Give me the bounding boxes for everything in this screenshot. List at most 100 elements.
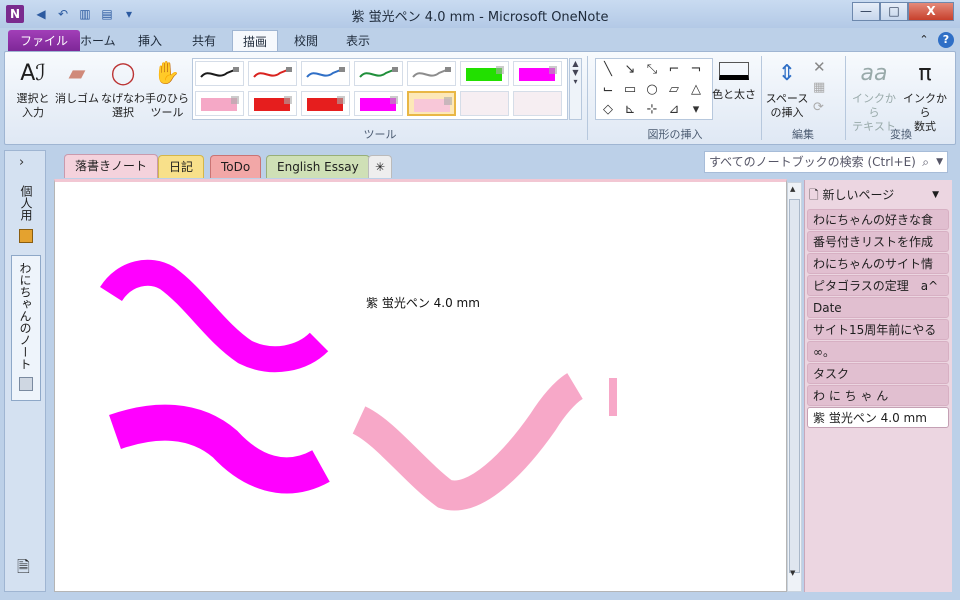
pen-11[interactable] [354, 91, 403, 116]
diamond-icon[interactable]: ◇ [598, 101, 618, 119]
section-tab-rakugaki[interactable]: 落書きノート [64, 154, 159, 178]
axis-icon[interactable]: ⌐ [664, 61, 684, 79]
pen-9[interactable] [248, 91, 297, 116]
tab-draw[interactable]: 描画 [232, 30, 279, 52]
page-list-item[interactable]: Date [807, 297, 949, 318]
pen-13[interactable] [460, 91, 509, 116]
pen-8[interactable] [195, 91, 244, 116]
section-tab-english-essay[interactable]: English Essay [266, 155, 370, 178]
select-and-type-button[interactable]: Aℐ 選択と 入力 [11, 58, 55, 120]
new-page-dropdown-icon[interactable]: ▼ [932, 185, 939, 205]
minimize-ribbon-icon[interactable]: ⌃ [916, 32, 932, 48]
shape-gallery: ╲ ↘ ⤡ ⌐ ¬ ⌙ ▭ ○ ▱ △ ◇ ⊾ ⊹ ⊿ ▾ [595, 58, 713, 120]
expand-notebooks-icon[interactable]: › [19, 155, 24, 170]
lasso-icon: ◯ [110, 61, 136, 86]
scroll-down-icon[interactable]: ▼ [790, 569, 795, 577]
unfiled-notes-icon[interactable]: 🗎 [17, 556, 30, 583]
section-tab-diary[interactable]: 日記 [158, 155, 205, 178]
page-list-item[interactable]: わにちゃんのサイト情 [807, 253, 949, 274]
help-icon[interactable]: ? [938, 32, 954, 48]
triangle-icon[interactable]: △ [686, 81, 706, 99]
section-tab-todo[interactable]: ToDo [210, 155, 262, 178]
select-type-icon: Aℐ [20, 61, 46, 86]
pen-7[interactable] [513, 61, 562, 86]
minimize-button[interactable]: — [852, 2, 880, 21]
panning-hand-button[interactable]: ✋ 手のひら ツール [145, 58, 189, 120]
scroll-thumb[interactable] [789, 199, 800, 573]
rectangle-icon[interactable]: ▭ [620, 81, 640, 99]
title-bar: N ◀ ↶ ▥ ▤ ▾ 紫 蛍光ペン 4.0 mm - Microsoft On… [0, 0, 960, 28]
shapes-group-label: 図形の挿入 [647, 128, 703, 141]
new-section-tab[interactable]: ✳ [368, 155, 393, 178]
ink-strokes [100, 259, 617, 511]
tab-view[interactable]: 表示 [336, 30, 380, 52]
color-thickness-button[interactable]: 色と太さ [711, 58, 757, 102]
eraser-button[interactable]: ▰ 消しゴム [55, 58, 99, 106]
page-list-item[interactable]: 紫 蛍光ペン 4.0 mm [807, 407, 949, 428]
page-list-item[interactable]: サイト15周年前にやる [807, 319, 949, 340]
pen-12[interactable] [407, 91, 456, 116]
maximize-button[interactable]: □ [880, 2, 908, 21]
color-thickness-label: 色と太さ [712, 88, 756, 101]
axis4-icon[interactable]: ⊹ [642, 101, 662, 119]
axis2-icon[interactable]: ¬ [686, 61, 706, 79]
page-text-note[interactable]: 紫 蛍光ペン 4.0 mm [366, 294, 480, 311]
axis3-icon[interactable]: ⊾ [620, 101, 640, 119]
page-list-item[interactable]: わにちゃんの好きな食 [807, 209, 949, 230]
search-scope-dropdown-icon[interactable]: ▼ [936, 152, 943, 172]
ink-to-math-button[interactable]: π インクから 数式 [899, 58, 951, 134]
page-list-item[interactable]: 番号付きリストを作成 [807, 231, 949, 252]
search-field[interactable]: すべてのノートブックの検索 (Ctrl+E) ⌕ ▼ [704, 151, 948, 173]
page-list-item[interactable]: ピタゴラスの定理 a^ [807, 275, 949, 296]
pen-14[interactable] [513, 91, 562, 116]
ribbon-draw: Aℐ 選択と 入力 ▰ 消しゴム ◯ なげなわ 選択 ✋ 手のひら ツール ▲ ▼… [4, 51, 956, 145]
page-canvas[interactable] [54, 179, 787, 592]
panning-label: 手のひら ツール [145, 92, 189, 119]
page-list-item[interactable]: わ に ち ゃ ん [807, 385, 949, 406]
eraser-label: 消しゴム [55, 92, 99, 105]
tab-share[interactable]: 共有 [182, 30, 226, 52]
page-list-item[interactable]: ∞。 [807, 341, 949, 362]
scroll-up-icon[interactable]: ▲ [790, 185, 795, 193]
ink-stroke-magenta-bottom[interactable] [109, 404, 330, 494]
tab-insert[interactable]: 挿入 [128, 30, 172, 52]
pen-3[interactable] [301, 61, 350, 86]
ink-stroke-magenta-top[interactable] [100, 259, 329, 373]
pen-6[interactable] [460, 61, 509, 86]
ink-stroke-pink-check[interactable] [351, 373, 584, 511]
ink-to-text-button[interactable]: aa インクから テキスト [849, 58, 899, 134]
graph-icon[interactable]: ⌙ [598, 81, 618, 99]
arrange-icon[interactable]: ▦ [813, 80, 825, 95]
delete-icon[interactable]: ✕ [813, 58, 826, 76]
insert-space-button[interactable]: ⇕ スペース の挿入 [765, 58, 809, 120]
shape-more-icon[interactable]: ▾ [686, 101, 706, 119]
tab-review[interactable]: 校閲 [284, 30, 328, 52]
rotate-icon[interactable]: ⟳ [813, 100, 824, 115]
onenote-window: N ◀ ↶ ▥ ▤ ▾ 紫 蛍光ペン 4.0 mm - Microsoft On… [0, 0, 960, 600]
tab-home[interactable]: ホーム [70, 30, 126, 52]
lasso-select-button[interactable]: ◯ なげなわ 選択 [101, 58, 145, 120]
double-arrow-icon[interactable]: ⤡ [642, 61, 662, 79]
close-button[interactable]: X [908, 2, 954, 21]
pen-2[interactable] [248, 61, 297, 86]
axis5-icon[interactable]: ⊿ [664, 101, 684, 119]
page-list-item[interactable]: タスク [807, 363, 949, 384]
pen-gallery-scroll[interactable]: ▲ ▼ ▾ [569, 58, 582, 120]
new-page-button[interactable]: 🗋 新しいページ ▼ [809, 185, 949, 205]
notebook-personal-icon [19, 229, 33, 243]
search-icon[interactable]: ⌕ [922, 152, 929, 172]
pen-5[interactable] [407, 61, 456, 86]
window-title: 紫 蛍光ペン 4.0 mm - Microsoft OneNote [351, 10, 609, 25]
pen-4[interactable] [354, 61, 403, 86]
ink-stroke-pink-mark[interactable] [609, 378, 617, 416]
pen-1[interactable] [195, 61, 244, 86]
line-icon[interactable]: ╲ [598, 61, 618, 79]
ellipse-icon[interactable]: ○ [642, 81, 662, 99]
ink-to-math-icon: π [918, 61, 932, 86]
section-tabs: 落書きノート 日記 ToDo English Essay ✳ [50, 150, 700, 178]
parallelogram-icon[interactable]: ▱ [664, 81, 684, 99]
page-scrollbar[interactable]: ▲ ▼ [787, 182, 802, 592]
arrow-icon[interactable]: ↘ [620, 61, 640, 79]
pen-10[interactable] [301, 91, 350, 116]
hand-icon: ✋ [153, 61, 181, 86]
